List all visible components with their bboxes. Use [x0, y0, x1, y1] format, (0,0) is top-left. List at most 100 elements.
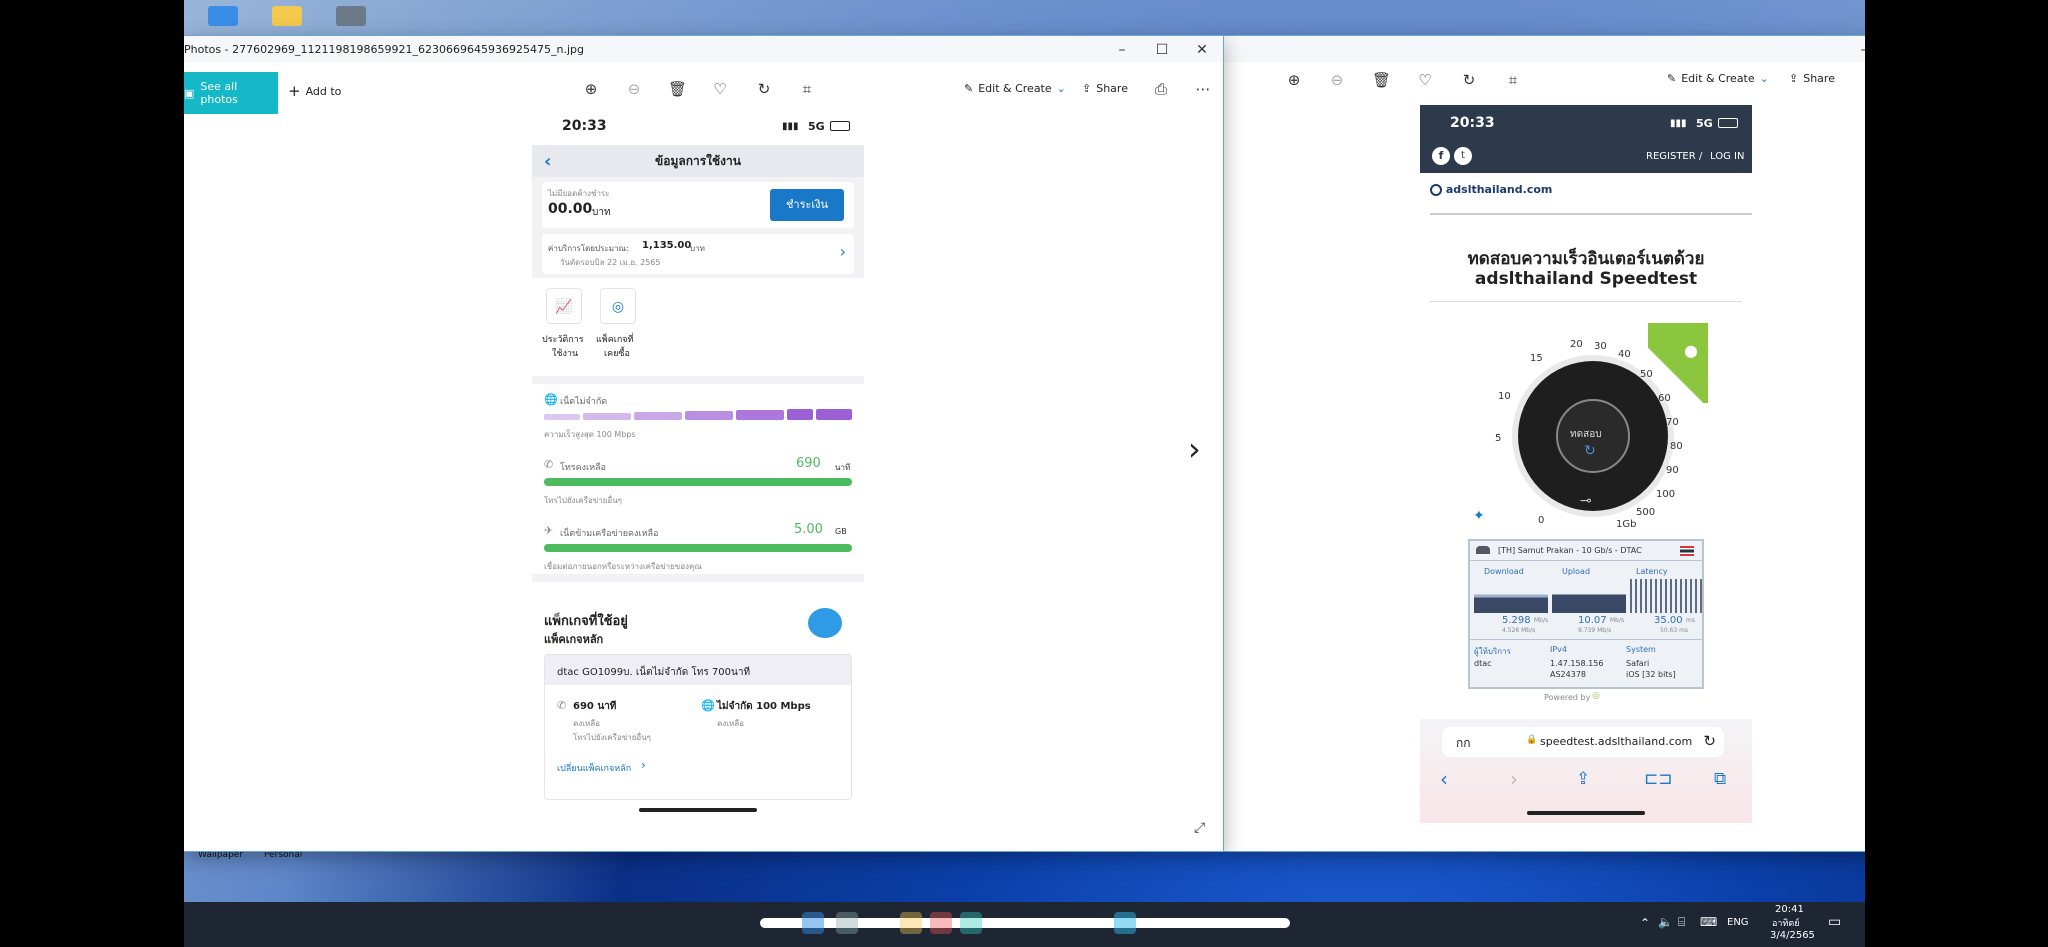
forward-icon[interactable]: ›	[1510, 767, 1518, 791]
tabs-icon[interactable]: ⧉	[1714, 769, 1726, 789]
net-sub: ความเร็วสูงสุด 100 Mbps	[544, 430, 636, 439]
dtac-logo-icon: ✦	[1473, 508, 1485, 524]
ookla-logo-icon: ◎	[1592, 691, 1600, 701]
gauge-center-text: ทดสอบ	[1570, 429, 1602, 440]
shortcut-history[interactable]: 📈	[546, 288, 582, 324]
server-row: [TH] Samut Prakan - 10 Gb/s - DTAC	[1470, 541, 1702, 561]
upload-unit: Mb/s	[1610, 617, 1625, 624]
notification-icon[interactable]: ▭	[1828, 914, 1841, 930]
net-bar-seg-1	[544, 414, 580, 420]
logo-divider	[1430, 213, 1752, 215]
bookmarks-icon[interactable]: ⊏⊐	[1644, 769, 1673, 789]
download-header: Download	[1484, 567, 1524, 576]
upload-graph	[1552, 579, 1626, 613]
upload-value: 10.07	[1578, 615, 1607, 626]
call-unit: นาที	[835, 463, 851, 472]
start-icon[interactable]	[802, 912, 824, 934]
speedtest-gauge[interactable]: ● ทดสอบ ↻ ⊸ 0 5 10 15 20 30 40 50 60 70 …	[1468, 323, 1708, 533]
volume-icon[interactable]: 🔈	[1658, 915, 1673, 929]
tray-chevron-icon[interactable]: ⌃	[1640, 916, 1650, 930]
share-button[interactable]: ⇪ Share	[1789, 72, 1835, 85]
net-bar-seg-3	[634, 412, 682, 420]
ip-value: 1.47.158.156	[1550, 659, 1604, 668]
minimize-icon[interactable]: –	[1108, 40, 1136, 60]
back-icon[interactable]: ‹	[1440, 767, 1448, 791]
pay-button[interactable]: ชำระเงิน	[770, 189, 844, 221]
favorite-icon[interactable]: ♡	[1416, 71, 1434, 89]
gauge-label-1gb: 1Gb	[1616, 519, 1637, 530]
text-size-button[interactable]: กก	[1456, 734, 1471, 753]
net-bar-seg-4	[685, 411, 733, 420]
zoom-in-icon[interactable]: ⊕	[582, 80, 600, 98]
reload-icon[interactable]: ↻	[1703, 732, 1716, 750]
site-logo[interactable]: adslthailand.com	[1430, 183, 1552, 196]
more-icon[interactable]: ⋯	[1194, 80, 1212, 98]
keyboard-icon[interactable]: ⌨	[1700, 915, 1717, 929]
delete-icon[interactable]: 🗑	[1372, 71, 1391, 89]
close-icon[interactable]: ✕	[1188, 40, 1216, 60]
package-card[interactable]: dtac GO1099บ. เน็ตไม่จำกัด โทร 700นาที ✆…	[544, 654, 852, 800]
chrome-icon[interactable]	[930, 912, 952, 934]
edit-create-button[interactable]: ✎ Edit & Create ⌄	[964, 82, 1066, 95]
twitter-icon[interactable]: t	[1454, 147, 1472, 165]
net-bar-seg-5	[736, 410, 784, 420]
favorite-icon[interactable]: ♡	[711, 80, 729, 98]
login-link[interactable]: LOG IN	[1710, 151, 1744, 162]
add-to-button[interactable]: + Add to	[288, 82, 341, 100]
call-bar	[544, 478, 852, 486]
service-card[interactable]: ค่าบริการโดยประมาณ: 1,135.00 บาท วันตัดร…	[542, 234, 854, 274]
package-call-sub-1: คงเหลือ	[573, 719, 600, 728]
desktop-icon-folder[interactable]	[272, 6, 302, 26]
zoom-out-icon[interactable]: ⊖	[625, 80, 643, 98]
crop-icon[interactable]: ⌗	[1504, 71, 1522, 89]
edge-icon[interactable]	[960, 912, 982, 934]
fullscreen-icon[interactable]: ⤢	[1194, 820, 1205, 836]
rotate-icon[interactable]: ↻	[755, 80, 773, 98]
mascot-icon	[808, 608, 842, 638]
maximize-icon[interactable]: ☐	[1148, 40, 1176, 60]
clock-time[interactable]: 20:41	[1775, 904, 1804, 915]
next-photo-icon[interactable]: ›	[1188, 430, 1201, 468]
print-icon[interactable]: ⎙	[1152, 80, 1170, 98]
share-icon: ⇪	[1082, 82, 1092, 95]
explorer-icon[interactable]	[900, 912, 922, 934]
shortcut-packages-label-2: เคยซื้อ	[604, 349, 630, 359]
back-icon[interactable]: ‹	[544, 151, 551, 172]
refresh-icon[interactable]: ↻	[1584, 443, 1596, 459]
share-button[interactable]: ⇪ Share	[1082, 82, 1128, 95]
photos-window-active[interactable]: Photos - 277602969_1121198198659921_6230…	[184, 36, 1223, 851]
photos-window-background[interactable]: – ⊕ ⊖ 🗑 ♡ ↻ ⌗ ✎ Edit & Create ⌄ ⇪ Share …	[1223, 36, 1865, 851]
shortcut-packages[interactable]: ◎	[600, 288, 636, 324]
rotate-icon[interactable]: ↻	[1460, 71, 1478, 89]
titlebar: –	[1223, 36, 1865, 62]
clock-date[interactable]: 3/4/2565	[1770, 930, 1815, 941]
battery-icon	[1718, 118, 1738, 128]
minimize-icon[interactable]: –	[1850, 40, 1866, 60]
language-indicator[interactable]: ENG	[1727, 917, 1749, 928]
crop-icon[interactable]: ⌗	[798, 80, 816, 98]
edit-icon: ✎	[1667, 72, 1677, 85]
zoom-in-icon[interactable]: ⊕	[1285, 71, 1303, 89]
edit-create-button[interactable]: ✎ Edit & Create ⌄	[1667, 72, 1769, 85]
delete-icon[interactable]: 🗑	[668, 80, 687, 98]
latency-value: 35.00	[1654, 615, 1683, 626]
desktop-icon-computer[interactable]	[208, 6, 238, 26]
network-icon[interactable]: ⌸	[1678, 915, 1685, 930]
gauge-label-60: 60	[1658, 393, 1671, 404]
share-sheet-icon[interactable]: ⇪	[1576, 769, 1590, 789]
speedtest-screenshot: 20:33 ▮▮▮ 5G f t REGISTER / LOG IN adslt…	[1420, 105, 1752, 823]
register-link[interactable]: REGISTER	[1646, 151, 1696, 162]
balance-unit: บาท	[592, 207, 611, 218]
clock-day[interactable]: อาทิตย์	[1772, 916, 1800, 930]
see-all-photos-button[interactable]: ▣ See all photos	[184, 72, 278, 114]
facebook-icon[interactable]: f	[1432, 147, 1450, 165]
gauge-label-30: 30	[1594, 341, 1607, 352]
photos-app-icon[interactable]	[1114, 912, 1136, 934]
download-graph	[1474, 579, 1548, 613]
desktop-icon-app[interactable]	[336, 6, 366, 26]
change-package-link[interactable]: เปลี่ยนแพ็คเกจหลัก	[557, 761, 631, 775]
address-bar[interactable]: กก 🔒 speedtest.adslthailand.com ↻	[1442, 727, 1724, 757]
zoom-out-icon[interactable]: ⊖	[1328, 71, 1346, 89]
roam-title: เน็ตข้ามเครือข่ายคงเหลือ	[560, 529, 659, 539]
search-icon[interactable]	[836, 912, 858, 934]
